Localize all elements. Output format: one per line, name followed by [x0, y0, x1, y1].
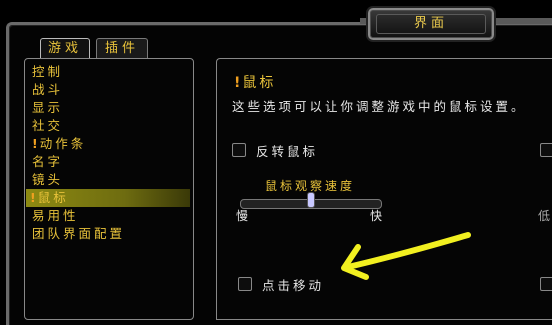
category-label: 鼠标	[37, 190, 69, 205]
annotation-arrow-icon	[341, 232, 471, 280]
category-label: 镜头	[32, 172, 64, 187]
click-to-move-label: 点击移动	[262, 278, 325, 293]
category-item[interactable]: ! 动作条	[32, 135, 86, 153]
slider-max-label: 快	[370, 209, 386, 223]
window-title: 界面	[376, 14, 486, 34]
right-column-checkbox[interactable]	[540, 143, 552, 157]
category-item[interactable]: 镜头	[32, 171, 63, 189]
category-label: 控制	[32, 64, 64, 79]
category-label: 易用性	[32, 208, 79, 223]
category-label: 社交	[32, 118, 64, 133]
category-label: 显示	[32, 100, 64, 115]
category-item[interactable]: 显示	[32, 99, 63, 117]
warning-icon: !	[30, 190, 36, 205]
tab-game[interactable]: 游戏	[40, 38, 90, 59]
category-item[interactable]: ! 鼠标	[26, 189, 190, 207]
category-item[interactable]: 战斗	[32, 81, 63, 99]
category-label: 名字	[32, 154, 64, 169]
invert-mouse-checkbox[interactable]	[232, 143, 246, 157]
category-item[interactable]: 名字	[32, 153, 63, 171]
category-item[interactable]: 易用性	[32, 207, 79, 225]
window-title-plate: 界面	[368, 8, 494, 40]
invert-mouse-label: 反转鼠标	[256, 144, 319, 159]
category-item[interactable]: 控制	[32, 63, 63, 81]
category-label: 团队界面配置	[32, 226, 126, 241]
panel-title-text: 鼠标	[242, 75, 277, 91]
tab-addons[interactable]: 插件	[96, 38, 148, 59]
header-bar-right	[490, 18, 552, 24]
right-column-checkbox-2[interactable]	[540, 277, 552, 291]
slider-thumb[interactable]	[307, 192, 315, 208]
category-item[interactable]: 社交	[32, 117, 63, 135]
warning-icon: !	[234, 75, 241, 91]
click-to-move-checkbox[interactable]	[238, 277, 252, 291]
slider-min-label: 慢	[236, 209, 252, 223]
warning-icon: !	[32, 136, 38, 151]
category-label: 战斗	[32, 82, 64, 97]
category-item[interactable]: 团队界面配置	[32, 225, 125, 243]
right-column-slider-label: 低	[538, 209, 552, 223]
panel-title: ! 鼠标	[234, 72, 276, 92]
category-label: 动作条	[39, 136, 87, 151]
panel-description: 这些选项可以让你调整游戏中的鼠标设置。	[232, 99, 527, 114]
